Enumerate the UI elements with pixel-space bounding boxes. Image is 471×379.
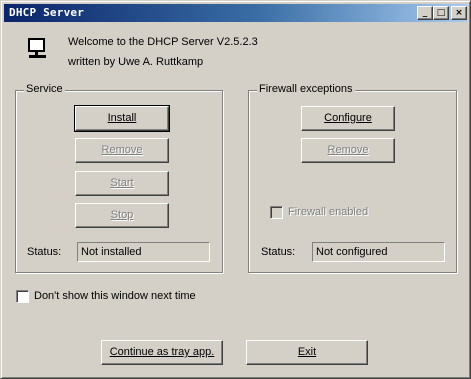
install-button[interactable]: Install [74, 105, 170, 132]
firewall-enabled-checkbox[interactable] [270, 206, 283, 219]
stop-button-label: Stop [110, 209, 134, 221]
remove-firewall-button-label: Remove [327, 144, 369, 156]
title-bar[interactable]: DHCP Server _ □ × [4, 4, 467, 22]
continue-tray-button-label: Continue as tray app. [109, 346, 215, 358]
remove-service-button-label: Remove [101, 144, 143, 156]
dhcp-server-window: DHCP Server _ □ × Welcome to the DHCP Se… [0, 0, 471, 379]
stop-button[interactable]: Stop [75, 203, 169, 228]
configure-button[interactable]: Configure [301, 106, 395, 131]
exit-button-label: Exit [297, 346, 317, 358]
dont-show-checkbox[interactable] [16, 290, 29, 303]
start-button-label: Start [110, 177, 134, 189]
service-status-label: Status: [27, 246, 62, 258]
close-button[interactable]: × [451, 6, 467, 20]
window-title: DHCP Server [9, 6, 85, 19]
firewall-status-label: Status: [261, 246, 296, 258]
minimize-icon: _ [422, 8, 428, 18]
welcome-text: Welcome to the DHCP Server V2.5.2.3 [68, 36, 258, 48]
remove-service-button[interactable]: Remove [75, 138, 169, 163]
close-icon: × [455, 8, 463, 18]
maximize-icon: □ [436, 8, 446, 18]
firewall-group-label: Firewall exceptions [257, 83, 355, 95]
service-status-field: Not installed [77, 242, 210, 262]
service-group-label: Service [24, 83, 65, 95]
configure-button-label: Configure [324, 112, 372, 124]
firewall-status-field: Not configured [312, 242, 445, 262]
dont-show-label: Don't show this window next time [34, 290, 196, 302]
exit-button[interactable]: Exit [246, 340, 368, 365]
remove-firewall-button[interactable]: Remove [301, 138, 395, 163]
start-button[interactable]: Start [75, 171, 169, 196]
maximize-button[interactable]: □ [433, 6, 449, 20]
continue-tray-button[interactable]: Continue as tray app. [101, 340, 223, 365]
minimize-button[interactable]: _ [417, 6, 433, 20]
firewall-enabled-label: Firewall enabled [288, 206, 369, 218]
install-button-label: Install [107, 112, 137, 124]
author-text: written by Uwe A. Ruttkamp [68, 56, 204, 68]
computer-icon [28, 38, 46, 58]
